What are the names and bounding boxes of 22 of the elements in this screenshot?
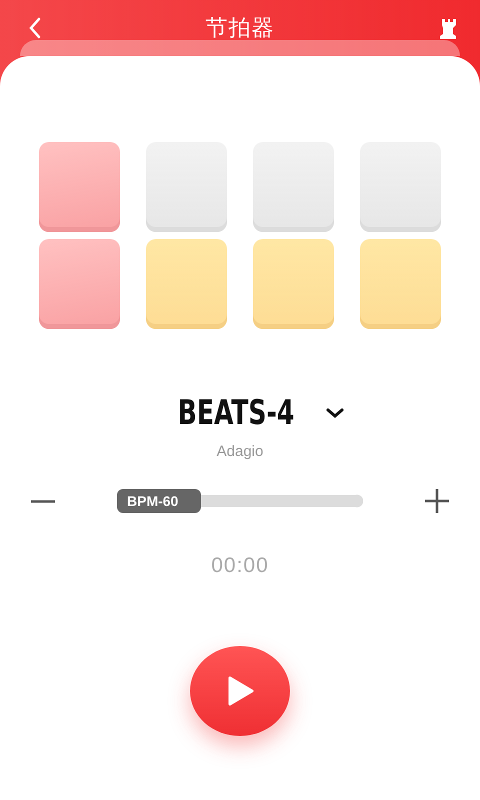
beat-pad[interactable] bbox=[253, 142, 334, 232]
minus-icon bbox=[30, 500, 56, 502]
timer: 00:00 bbox=[211, 554, 269, 578]
bpm-thumb[interactable]: BPM-60 bbox=[117, 489, 201, 513]
beat-pad[interactable] bbox=[146, 239, 227, 329]
beat-pad[interactable] bbox=[253, 239, 334, 329]
beat-pad[interactable] bbox=[360, 142, 441, 232]
beat-pad[interactable] bbox=[39, 239, 120, 329]
decrease-button[interactable] bbox=[30, 500, 56, 502]
beat-pad[interactable] bbox=[39, 142, 120, 232]
page-title: 节拍器 bbox=[206, 14, 274, 42]
dropdown-button[interactable] bbox=[325, 407, 346, 419]
back-button[interactable] bbox=[28, 17, 42, 39]
chevron-icon bbox=[325, 407, 346, 419]
beat-pad[interactable] bbox=[360, 239, 441, 329]
back-icon bbox=[28, 17, 42, 39]
increase-button[interactable] bbox=[424, 488, 450, 514]
bpm-slider[interactable]: BPM-60 bbox=[117, 489, 363, 513]
beat-pad[interactable] bbox=[146, 142, 227, 232]
plus-icon bbox=[424, 488, 450, 514]
beats-label: BEATS-4 bbox=[178, 393, 294, 433]
tempo-name: Adagio bbox=[216, 443, 264, 460]
